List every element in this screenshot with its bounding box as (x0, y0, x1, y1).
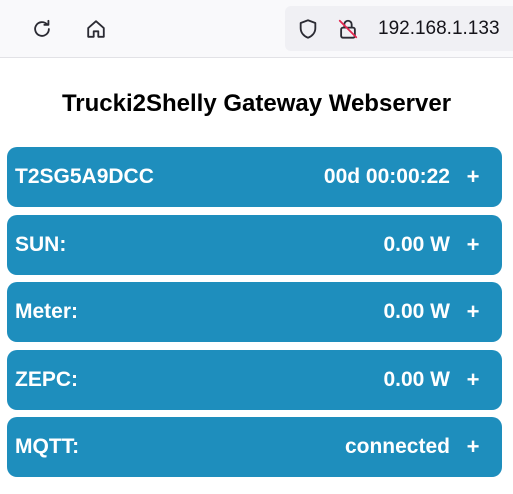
meter-label: Meter: (15, 300, 79, 323)
home-button[interactable] (80, 13, 112, 45)
sun-label: SUN: (15, 232, 67, 256)
expand-sun-button[interactable]: + (464, 232, 482, 258)
mqtt-card: MQTT: connected + (7, 417, 502, 477)
zepc-card: ZEPC: 0.00 W + (7, 349, 502, 410)
zepc-label: ZEPC: (15, 367, 78, 391)
sun-value: 0.00 W (383, 232, 450, 256)
meter-value: 0.00 W (383, 300, 450, 323)
shield-icon[interactable] (297, 18, 319, 40)
mqtt-label: MQTT: (15, 435, 80, 458)
url-text[interactable]: 192.168.1.133 (378, 18, 500, 40)
device-id-label: T2SG5A9DCC (15, 165, 154, 188)
expand-mqtt-button[interactable]: + (464, 434, 482, 460)
expand-zepc-button[interactable]: + (464, 367, 482, 393)
mqtt-status-value: connected (344, 435, 450, 458)
status-card-list: T2SG5A9DCC 00d 00:00:22 + SUN: 0.00 W + … (7, 147, 502, 485)
expand-meter-button[interactable]: + (464, 299, 482, 325)
uptime-value: 00d 00:00:22 (323, 165, 450, 188)
reload-button[interactable] (26, 13, 58, 45)
sun-card: SUN: 0.00 W + (7, 214, 502, 275)
home-icon (87, 20, 105, 38)
browser-toolbar: 192.168.1.133 (0, 0, 513, 58)
lock-insecure-icon[interactable] (337, 18, 359, 40)
meter-card: Meter: 0.00 W + (7, 282, 502, 342)
device-id-card: T2SG5A9DCC 00d 00:00:22 + (7, 147, 502, 207)
zepc-value: 0.00 W (383, 367, 450, 391)
page-title: Trucki2Shelly Gateway Webserver (61, 90, 452, 117)
url-bar[interactable]: 192.168.1.133 (285, 6, 513, 51)
expand-device-button[interactable]: + (464, 164, 482, 190)
reload-icon (34, 19, 50, 37)
